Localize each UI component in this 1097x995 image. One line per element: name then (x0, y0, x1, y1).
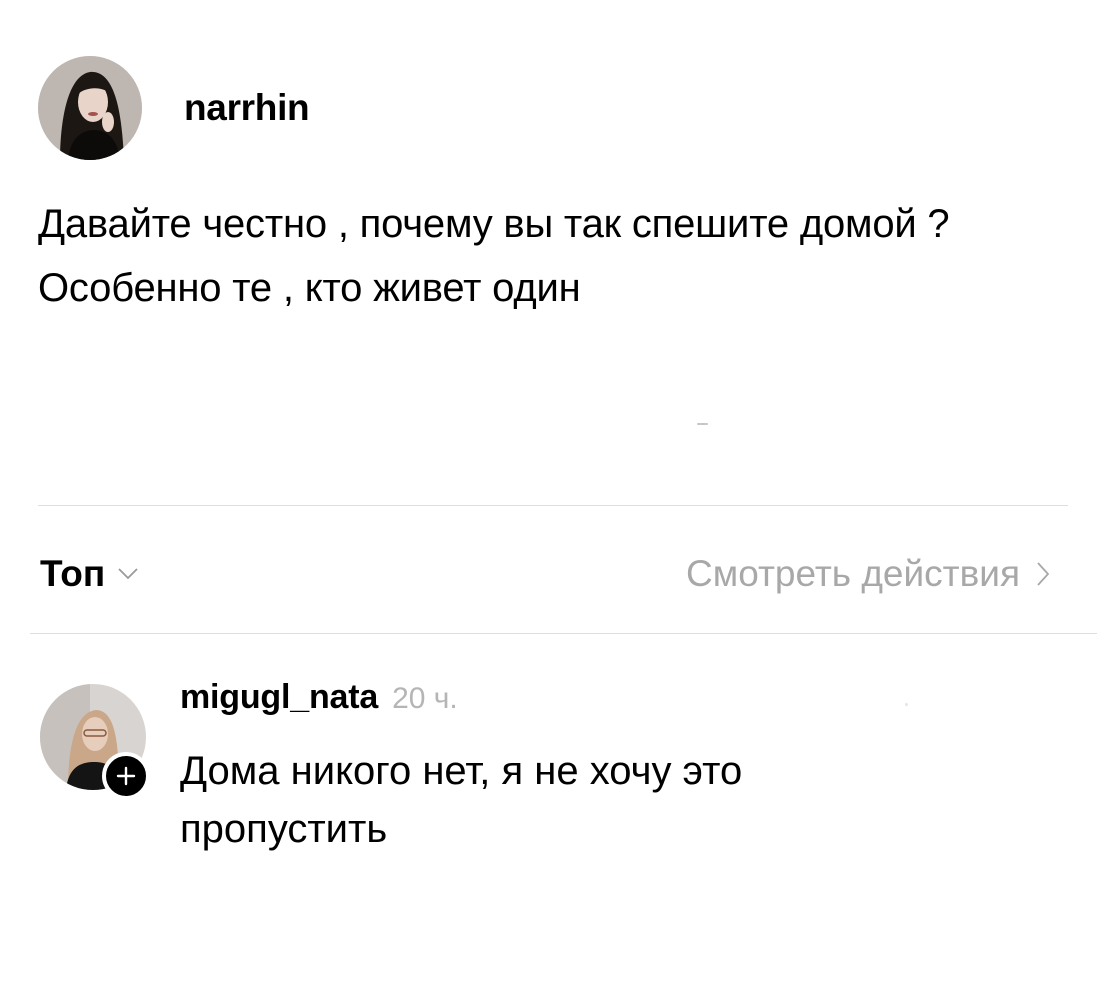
chevron-down-icon (118, 568, 138, 580)
post-header: narrhin (38, 56, 310, 160)
comment-content: migugl_nata 20 ч. Дома никого нет, я не … (180, 678, 940, 858)
plus-icon (116, 766, 136, 786)
post-text-line: Особенно те , кто живет один (38, 266, 581, 310)
comment-avatar[interactable] (40, 684, 150, 800)
post-text-line: Давайте честно , почему вы так спешите д… (38, 202, 950, 246)
post-author-name[interactable]: narrhin (184, 87, 310, 129)
divider (38, 505, 1068, 506)
comment-username[interactable]: migugl_nata (180, 678, 378, 717)
view-activity-link[interactable]: Смотреть действия (686, 553, 1050, 595)
divider (30, 633, 1097, 634)
view-activity-label: Смотреть действия (686, 553, 1020, 594)
stray-mark (697, 423, 708, 425)
sort-dropdown[interactable]: Топ (40, 553, 139, 595)
comments-toolbar: Топ Смотреть действия (40, 546, 1050, 602)
post-author-avatar[interactable] (38, 56, 142, 160)
post-body: Давайте честно , почему вы так спешите д… (38, 192, 1038, 320)
follow-button[interactable] (102, 752, 150, 800)
chevron-right-icon (1037, 562, 1050, 586)
comment-timestamp: 20 ч. (392, 682, 458, 715)
sort-label: Топ (40, 553, 106, 594)
profile-photo-icon (38, 56, 142, 160)
comment-text: Дома никого нет, я не хочу это пропустит… (180, 749, 743, 851)
comment-meta: migugl_nata 20 ч. (180, 678, 940, 730)
